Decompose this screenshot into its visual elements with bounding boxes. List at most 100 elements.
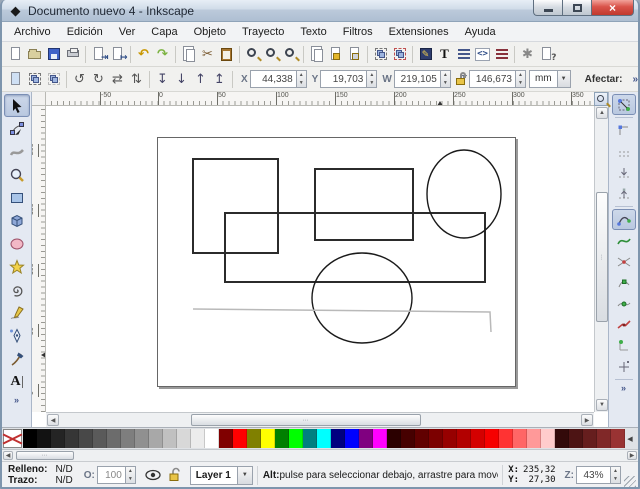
layers-dialog-button[interactable] (454, 44, 473, 65)
lower-bottom-button[interactable]: ↧ (153, 69, 172, 90)
palette-swatch[interactable] (261, 429, 275, 448)
snap-path-intersection-button[interactable] (612, 251, 636, 272)
menu-trayecto[interactable]: Trayecto (234, 24, 292, 40)
menu-ayuda[interactable]: Ayuda (457, 24, 504, 40)
paste-button[interactable] (217, 44, 236, 65)
minimize-button[interactable] (533, 0, 562, 16)
y-spin-arrows[interactable]: ▲▼ (366, 70, 377, 88)
zoom-input[interactable] (576, 466, 610, 484)
palette-swatch[interactable] (135, 429, 149, 448)
calligraphy-tool-button[interactable] (4, 347, 30, 370)
palette-swatch[interactable] (527, 429, 541, 448)
canvas-shape-ellipse[interactable] (427, 150, 501, 238)
vertical-ruler[interactable]: 200150100500 (32, 106, 46, 412)
horizontal-ruler[interactable]: -50050100150200250300350 (46, 92, 594, 106)
palette-swatch[interactable] (597, 429, 611, 448)
horizontal-scroll-thumb[interactable]: ⋯ (191, 414, 421, 426)
canvas-shape-rect[interactable] (193, 159, 278, 253)
w-spin-arrows[interactable]: ▲▼ (440, 70, 451, 88)
palette-swatch[interactable] (569, 429, 583, 448)
w-input[interactable] (394, 70, 440, 88)
tweak-tool-button[interactable] (4, 140, 30, 163)
drawing-shapes[interactable] (46, 106, 592, 412)
palette-swatch[interactable] (303, 429, 317, 448)
snap-overflow-button[interactable]: » (621, 383, 626, 393)
zoom-spin-arrows[interactable]: ▲▼ (610, 466, 621, 484)
palette-swatch[interactable] (79, 429, 93, 448)
palette-swatch[interactable] (51, 429, 65, 448)
flip-horizontal-button[interactable]: ⇄ (108, 69, 127, 90)
print-button[interactable] (63, 44, 82, 65)
ellipse-tool-button[interactable] (4, 232, 30, 255)
unit-select[interactable]: mm▼ (529, 70, 571, 88)
h-spin-arrows[interactable]: ▲▼ (515, 70, 526, 88)
palette-swatch[interactable] (205, 429, 219, 448)
pen-tool-button[interactable] (4, 324, 30, 347)
zoom-tool-button[interactable] (4, 163, 30, 186)
deselect-button[interactable] (44, 69, 63, 90)
scroll-right-button[interactable]: ▶ (581, 414, 593, 426)
palette-swatch[interactable] (401, 429, 415, 448)
palette-swatch[interactable] (163, 429, 177, 448)
vertical-scrollbar[interactable]: ▲ ⋮ ▼ (594, 92, 608, 412)
title-bar[interactable]: ◆ Documento nuevo 4 - Inkscape × (2, 0, 638, 22)
palette-swatch[interactable] (555, 429, 569, 448)
palette-scroll-left-button[interactable]: ◀ (3, 451, 13, 460)
palette-swatch[interactable] (457, 429, 471, 448)
text-tool-button[interactable]: A (4, 370, 30, 393)
palette-swatch[interactable] (191, 429, 205, 448)
palette-scrollbar[interactable]: ◀ ⋯ ▶ (2, 449, 638, 461)
palette-swatch[interactable] (177, 429, 191, 448)
toolbox-overflow-button[interactable]: » (14, 395, 19, 405)
import-button[interactable]: ⇥ (89, 44, 108, 65)
cut-button[interactable]: ✂ (198, 44, 217, 65)
new-document-button[interactable] (6, 44, 25, 65)
palette-swatch[interactable] (485, 429, 499, 448)
palette-swatch[interactable] (289, 429, 303, 448)
open-folder-button[interactable] (25, 44, 44, 65)
scroll-up-button[interactable]: ▲ (596, 107, 608, 119)
raise-top-button[interactable]: ↥ (210, 69, 229, 90)
palette-swatch[interactable] (275, 429, 289, 448)
sticky-zoom-button[interactable] (594, 92, 608, 106)
rectangle-tool-button[interactable] (4, 186, 30, 209)
align-dialog-button[interactable] (492, 44, 511, 65)
opacity-spin-arrows[interactable]: ▲▼ (125, 466, 136, 484)
palette-swatch[interactable] (65, 429, 79, 448)
horizontal-scrollbar[interactable]: ◀ ⋯ ▶ (46, 412, 594, 427)
snap-smooth-node-button[interactable] (612, 293, 636, 314)
lower-button[interactable]: ↓ (172, 69, 191, 90)
canvas-shape-ellipse[interactable] (312, 253, 412, 343)
duplicate-button[interactable] (307, 44, 326, 65)
copy-button[interactable] (179, 44, 198, 65)
raise-button[interactable]: ↑ (191, 69, 210, 90)
palette-swatch[interactable] (541, 429, 555, 448)
fill-stroke-indicator[interactable]: Relleno: N/D Trazo: N/D (8, 464, 73, 486)
select-all-layers-button[interactable] (25, 69, 44, 90)
palette-swatch[interactable] (317, 429, 331, 448)
box3d-tool-button[interactable] (4, 209, 30, 232)
snap-rotation-center-button[interactable] (612, 356, 636, 377)
snap-line-midpoint-button[interactable] (612, 314, 636, 335)
xml-editor-button[interactable]: <> (473, 44, 492, 65)
preferences-button[interactable]: ✱ (518, 44, 537, 65)
palette-swatch[interactable] (23, 429, 37, 448)
window-resize-grip[interactable] (624, 476, 636, 488)
unlink-clone-button[interactable] (345, 44, 364, 65)
canvas-shape-polyline[interactable] (193, 309, 491, 332)
palette-swatch[interactable] (499, 429, 513, 448)
snap-bbox-edge-midpoint-button[interactable] (612, 162, 636, 183)
redo-button[interactable]: ↷ (153, 44, 172, 65)
palette-scroll-thumb[interactable]: ⋯ (16, 451, 74, 460)
save-button[interactable] (44, 44, 63, 65)
ungroup-button[interactable] (390, 44, 409, 65)
palette-swatch[interactable] (359, 429, 373, 448)
palette-swatch[interactable] (107, 429, 121, 448)
scroll-down-button[interactable]: ▼ (596, 399, 608, 411)
star-tool-button[interactable] (4, 255, 30, 278)
menu-filtros[interactable]: Filtros (335, 24, 381, 40)
palette-swatch[interactable] (513, 429, 527, 448)
palette-swatch[interactable] (345, 429, 359, 448)
palette-swatch[interactable] (611, 429, 625, 448)
selector-tool-button[interactable] (4, 94, 30, 117)
